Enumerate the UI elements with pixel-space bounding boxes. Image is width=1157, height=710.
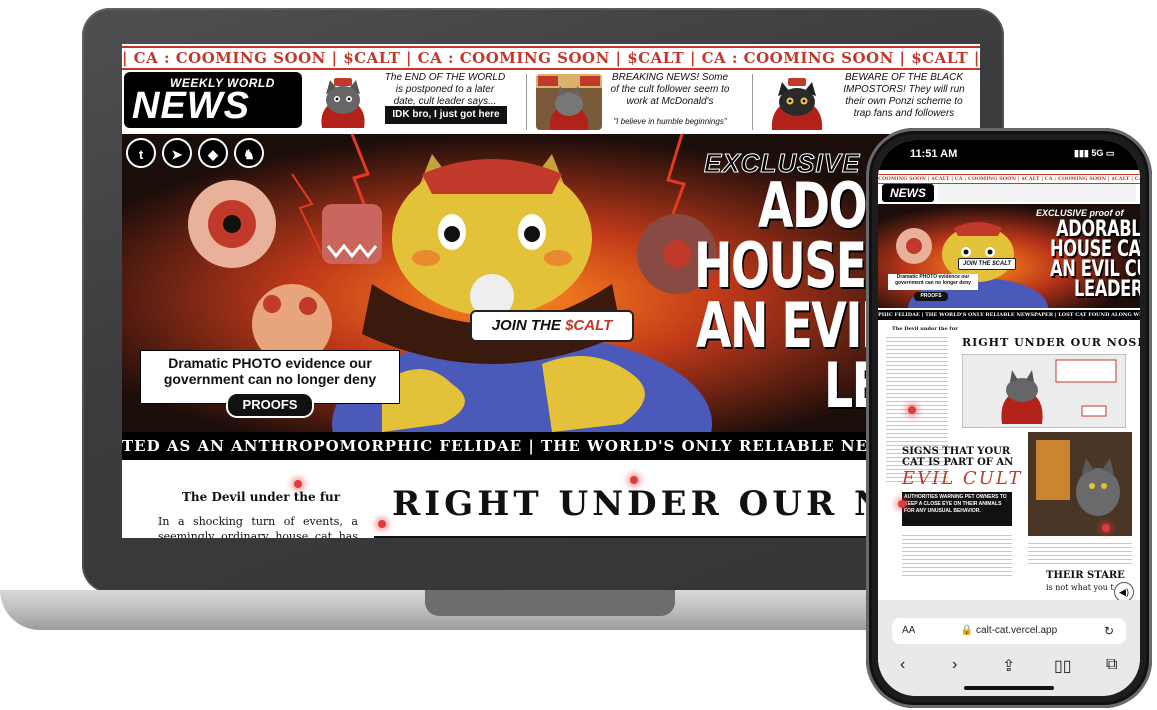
browser-bottom-bar: AA 🔒 calt-cat.vercel.app ↻ ‹ › ⇪ ▯▯ ⧉ (878, 600, 1140, 696)
phone-signs-line-1: SIGNS THAT YOUR (902, 446, 1011, 457)
header-divider-2 (752, 74, 753, 130)
join-button[interactable]: JOIN THE $CALT (470, 310, 634, 342)
phone-body-text-1 (902, 532, 1012, 578)
decorative-dot (898, 500, 906, 508)
decorative-dot (908, 406, 916, 414)
decorative-dot (630, 476, 638, 484)
tabs-icon[interactable]: ⧉ (1106, 656, 1117, 674)
telegram-icon[interactable]: ➤ (162, 138, 192, 168)
logo-big-text: NEWS (132, 85, 250, 127)
news-item-1-button[interactable]: IDK bro, I just got here (385, 106, 507, 124)
site-logo[interactable]: WEEKLY WORLD NEWS (124, 72, 302, 128)
phone-evil-cult: EVIL CULT (902, 468, 1023, 489)
bookmarks-icon[interactable]: ▯▯ (1054, 656, 1072, 676)
news-marquee: TED AS AN ANTHROPOMORPHIC FELIDAE | THE … (122, 432, 980, 460)
phone-section-title: RIGHT UNDER OUR NOSE (962, 336, 1140, 349)
proofs-button[interactable]: PROOFS (226, 392, 314, 418)
article-section: The Devil under the fur In a shocking tu… (122, 460, 980, 538)
decorative-dot (1102, 524, 1110, 532)
join-button-prefix: JOIN THE (491, 317, 566, 334)
status-signal: ▮▮▮ 5G ▭ (1074, 148, 1115, 158)
cult-cat-thumbnail-1 (312, 74, 374, 130)
phone-notch (958, 140, 1062, 160)
phone-dark-cat-photo (1028, 432, 1132, 536)
join-button-ticker: $CALT (565, 317, 613, 334)
dextools-icon[interactable]: ◆ (198, 138, 228, 168)
twitter-icon[interactable]: t (126, 138, 156, 168)
home-indicator (964, 686, 1054, 690)
phone-warning-box: AUTHORITIES WARNING PET OWNERS TO KEEP A… (902, 492, 1012, 526)
phone-headline-4: LEADER! (1074, 277, 1140, 302)
header-divider-1 (526, 74, 527, 130)
url-value: calt-cat.vercel.app (976, 625, 1058, 636)
laptop-hinge (425, 590, 675, 616)
phone-join-button[interactable]: JOIN THE $CALT (958, 258, 1016, 270)
back-icon[interactable]: ‹ (900, 656, 905, 674)
phone-proofs-button[interactable]: PROOFS (914, 292, 948, 301)
phone-logo[interactable]: NEWS (882, 184, 934, 202)
article-heading: RIGHT UNDER OUR NO (392, 484, 923, 524)
phone-stare-sub: is not what you t (1046, 583, 1114, 592)
phone-ticker: COOMING SOON | $CALT | CA : COOMING SOON… (878, 174, 1140, 184)
top-ticker: | CA : COOMING SOON | $CALT | CA : COOMI… (122, 46, 980, 70)
news-item-2-quote: "I believe in humble beginnings" (613, 117, 727, 126)
phone-devil-title: The Devil under the fur (892, 326, 958, 332)
laptop-screen: | CA : COOMING SOON | $CALT | CA : COOMI… (122, 44, 980, 538)
decorative-dot (378, 520, 386, 528)
header-row: WEEKLY WORLD NEWS The END OF THE WORLD i… (122, 70, 980, 132)
phone-cat-sketch (962, 354, 1126, 428)
phone-page: COOMING SOON | $CALT | CA : COOMING SOON… (878, 170, 1140, 600)
phone-marquee: PHIC FELIDAE | THE WORLD'S ONLY RELIABLE… (878, 310, 1140, 320)
photo-evidence-text: Dramatic PHOTO evidence our government c… (163, 355, 377, 387)
status-network: 5G (1091, 148, 1104, 158)
phone-photo-text: Dramatic PHOTO evidence our government c… (888, 274, 978, 290)
phone-signs-line-2: CAT IS PART OF AN (902, 457, 1014, 468)
status-time: 11:51 AM (910, 148, 958, 160)
news-item-3-text[interactable]: BEWARE OF THE BLACK IMPOSTORS! They will… (836, 72, 972, 120)
address-bar[interactable]: AA 🔒 calt-cat.vercel.app ↻ (892, 618, 1126, 644)
phone-stare-title: THEIR STARE (1046, 570, 1125, 581)
phone-screen: 11:51 AM ▮▮▮ 5G ▭ COOMING SOON | $CALT |… (878, 140, 1140, 696)
reload-icon[interactable]: ↻ (1104, 618, 1114, 644)
phone-header-news (938, 184, 1136, 202)
hero-banner: t ➤ ◆ ♞ EXCLUSIVE p ADORA HOUSE CA AN EV… (122, 134, 980, 432)
unicorn-icon[interactable]: ♞ (234, 138, 264, 168)
article-body: In a shocking turn of events, a seemingl… (158, 515, 358, 538)
forward-icon[interactable]: › (952, 656, 957, 674)
phone-social-row (882, 208, 910, 216)
sound-toggle-icon[interactable]: ◀) (1114, 582, 1134, 600)
share-icon[interactable]: ⇪ (1002, 656, 1015, 676)
cult-cat-thumbnail-3 (762, 74, 832, 130)
decorative-dot (294, 480, 302, 488)
url-text: 🔒 calt-cat.vercel.app (960, 625, 1058, 636)
news-item-1-text[interactable]: The END OF THE WORLD is postponed to a l… (384, 72, 506, 108)
phone-body-text-2 (1028, 540, 1132, 566)
article-subtitle: The Devil under the fur (182, 490, 341, 504)
cult-cat-thumbnail-2 (536, 74, 602, 130)
news-item-2-text[interactable]: BREAKING NEWS! Some of the cult follower… (608, 72, 732, 108)
